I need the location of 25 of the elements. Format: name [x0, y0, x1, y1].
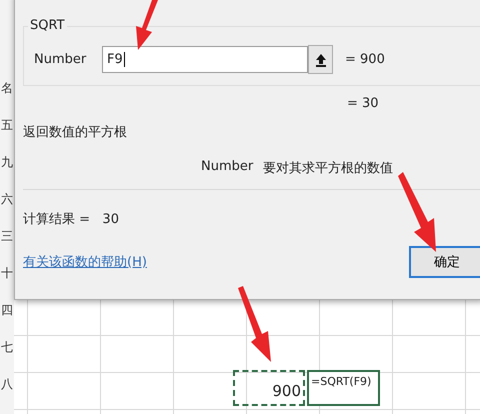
- argument-description: 要对其求平方根的数值: [263, 160, 394, 177]
- row-header: 十: [1, 265, 13, 282]
- upload-arrow-icon: [314, 52, 326, 66]
- row-header: 九: [1, 154, 13, 171]
- function-name: SQRT: [28, 18, 67, 33]
- pointer-arrow: [136, 0, 158, 50]
- function-description: 返回数值的平方根: [23, 124, 128, 141]
- row-header: 三: [1, 228, 13, 245]
- argument-value: = 900: [345, 52, 385, 67]
- formula-result: = 30: [347, 96, 380, 111]
- row-header: 八: [1, 376, 13, 393]
- row-header: 四: [1, 302, 13, 319]
- copied-cell: 900: [233, 370, 305, 406]
- collapse-button[interactable]: [308, 45, 333, 74]
- formula-cell[interactable]: =SQRT(F9): [307, 370, 380, 406]
- argument-label: Number: [34, 52, 88, 67]
- help-link[interactable]: 有关该函数的帮助(H): [23, 253, 147, 271]
- input-field[interactable]: F9: [102, 46, 308, 73]
- argument-name: Number: [201, 159, 254, 176]
- row-header: 名: [1, 80, 13, 97]
- ok-button[interactable]: 确定: [409, 246, 480, 278]
- row-header: 五: [1, 117, 13, 134]
- row-header: 七: [1, 339, 13, 356]
- calculation-result: 计算结果 = 30: [23, 211, 120, 228]
- row-header: 六: [1, 191, 13, 208]
